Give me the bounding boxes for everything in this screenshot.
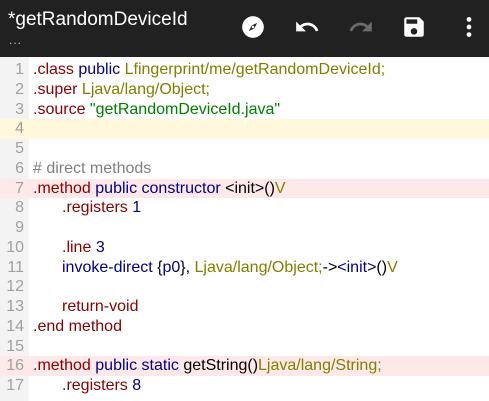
line-number: 17	[6, 377, 24, 394]
file-title: *getRandomDeviceId	[8, 9, 188, 30]
line-number: 15	[6, 337, 24, 355]
code-line[interactable]: 2 .super Ljava/lang/Object;	[0, 80, 489, 100]
code-line[interactable]: 15	[0, 337, 489, 357]
line-code: .super Ljava/lang/Object;	[33, 80, 489, 100]
line-code: # direct methods	[33, 159, 489, 179]
code-token: 8	[132, 377, 142, 394]
code-token: # direct methods	[33, 159, 152, 177]
line-code: .source "getRandomDeviceId.java"	[33, 100, 489, 120]
line-number: 7	[15, 179, 24, 197]
line-code: .class public Lfingerprint/me/getRandomD…	[33, 60, 489, 80]
code-token: Ljava/lang/String;	[258, 357, 382, 375]
app-toolbar: *getRandomDeviceId ...	[0, 0, 489, 57]
line-code: return-void	[33, 297, 489, 317]
code-token: "getRandomDeviceId.java"	[89, 100, 281, 118]
code-token: .registers	[62, 199, 128, 217]
line-number: 2	[15, 80, 24, 98]
code-token: Lfingerprint/me/getRandomDeviceId;	[124, 61, 386, 78]
code-token: .end	[33, 317, 65, 335]
line-number: 14	[6, 317, 24, 335]
code-line[interactable]: 17 .registers 8	[0, 376, 489, 396]
line-number: 6	[15, 159, 24, 177]
line-code: .registers 1	[33, 198, 489, 218]
line-number: 8	[15, 199, 24, 217]
compass-icon	[242, 16, 264, 38]
line-number: 12	[6, 278, 24, 296]
code-line[interactable]: 16 .method public static getString()Ljava…	[0, 356, 489, 376]
code-line[interactable]: 5	[0, 139, 489, 159]
undo-icon	[296, 21, 319, 32]
code-token: },	[180, 258, 195, 276]
code-token: V	[274, 179, 286, 197]
code-token: public	[78, 61, 121, 78]
line-code: .method public static getString()Ljava/l…	[33, 356, 489, 376]
line-code: invoke-direct {p0}, Ljava/lang/Object;->…	[33, 258, 489, 278]
code-token: getString()	[183, 357, 259, 375]
line-code: .line 3	[33, 238, 489, 258]
code-line[interactable]: 10 .line 3	[0, 238, 489, 258]
code-token: p0	[162, 258, 181, 276]
line-number: 10	[6, 238, 24, 256]
more-vert-icon	[466, 17, 472, 37]
line-number: 9	[15, 219, 24, 236]
navigate-button[interactable]	[238, 12, 268, 42]
line-code: .registers 8	[33, 376, 489, 396]
line-number: 13	[6, 298, 24, 315]
code-line[interactable]: 8 .registers 1	[0, 198, 489, 218]
code-token: return-void	[62, 298, 139, 315]
save-icon	[404, 17, 424, 37]
code-token: .method	[33, 357, 91, 375]
code-token: invoke-direct	[62, 258, 153, 276]
code-line[interactable]: 4	[0, 119, 489, 139]
code-token: V	[387, 258, 398, 276]
code-token: <init>	[337, 258, 377, 276]
code-token: .line	[62, 238, 92, 256]
code-line[interactable]: 6 # direct methods	[0, 159, 489, 179]
file-subtitle: ...	[9, 33, 23, 47]
code-token: .super	[33, 80, 78, 98]
code-token: .registers	[62, 377, 128, 394]
code-line[interactable]: 1 .class public Lfingerprint/me/getRandom…	[0, 60, 489, 80]
code-token: static	[141, 357, 179, 375]
line-number: 1	[15, 61, 24, 78]
code-token: ->	[322, 258, 338, 276]
line-number: 16	[6, 357, 24, 375]
line-number: 4	[15, 120, 24, 138]
undo-button[interactable]	[292, 12, 322, 42]
code-line[interactable]: 3 .source "getRandomDeviceId.java"	[0, 100, 489, 120]
code-token: .class	[33, 61, 74, 78]
line-number: 5	[15, 140, 24, 157]
line-code: .end method	[33, 317, 489, 337]
code-token: .method	[33, 179, 91, 197]
code-line[interactable]: 13 return-void	[0, 297, 489, 317]
code-editor[interactable]: 1 .class public Lfingerprint/me/getRandom…	[0, 57, 489, 401]
redo-button[interactable]	[346, 12, 376, 42]
code-token: 1	[132, 199, 142, 217]
code-token: <init>()	[225, 179, 275, 197]
overflow-menu-button[interactable]	[454, 12, 484, 42]
code-token: method	[68, 317, 122, 335]
redo-icon	[349, 21, 372, 32]
save-button[interactable]	[399, 12, 429, 42]
code-line[interactable]: 9	[0, 218, 489, 238]
code-token: constructor	[141, 179, 221, 197]
code-token: .source	[33, 100, 86, 118]
code-token: ()	[376, 258, 388, 276]
code-token: public	[95, 357, 138, 375]
line-number: 11	[7, 258, 24, 276]
code-token: 3	[95, 238, 105, 256]
line-number: 3	[15, 100, 24, 118]
code-line[interactable]: 14 .end method	[0, 317, 489, 337]
line-code: .method public constructor <init>()V	[33, 179, 489, 199]
code-line[interactable]: 7 .method public constructor <init>()V	[0, 178, 489, 199]
code-token: public	[95, 179, 138, 197]
code-token: Ljava/lang/Object;	[194, 258, 323, 276]
code-line[interactable]: 12	[0, 277, 489, 297]
code-token: Ljava/lang/Object;	[81, 80, 210, 98]
code-line[interactable]: 11 invoke-direct {p0}, Ljava/lang/Object;…	[0, 258, 489, 278]
